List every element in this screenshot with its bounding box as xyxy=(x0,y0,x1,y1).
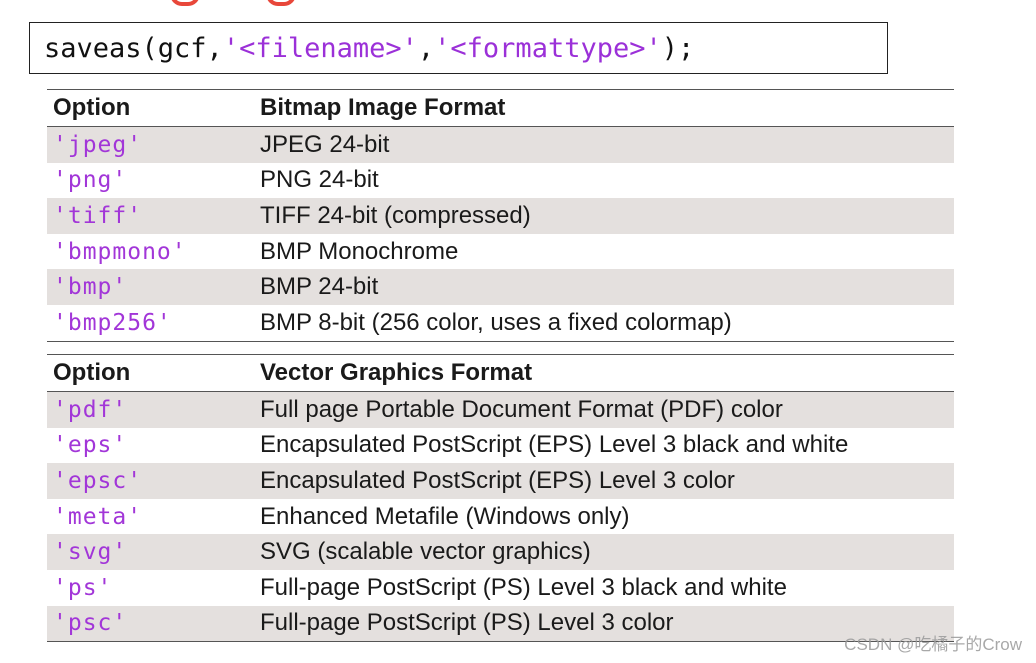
option-cell: 'epsc' xyxy=(47,463,254,499)
header-option: Option xyxy=(47,354,254,392)
format-cell: Enhanced Metafile (Windows only) xyxy=(254,498,954,535)
top-decoration xyxy=(170,0,320,6)
option-cell: 'svg' xyxy=(47,534,254,570)
table-row: 'png' PNG 24-bit xyxy=(47,162,954,199)
format-cell: JPEG 24-bit xyxy=(254,126,954,163)
code-comma: , xyxy=(417,33,435,64)
watermark: CSDN @吃橘子的Crow xyxy=(844,635,1022,654)
table-row: 'bmpmono' BMP Monochrome xyxy=(47,233,954,270)
format-cell: Full page Portable Document Format (PDF)… xyxy=(254,391,954,428)
code-arg-formattype: '<formattype>' xyxy=(434,33,662,64)
format-cell: PNG 24-bit xyxy=(254,162,954,199)
table-header-row: Option Vector Graphics Format xyxy=(47,354,954,392)
table-row: 'meta' Enhanced Metafile (Windows only) xyxy=(47,498,954,535)
table-row: 'tiff' TIFF 24-bit (compressed) xyxy=(47,198,954,234)
option-cell: 'bmp256' xyxy=(47,304,254,342)
header-format: Vector Graphics Format xyxy=(254,354,954,392)
option-cell: 'psc' xyxy=(47,605,254,643)
format-cell: Full-page PostScript (PS) Level 3 black … xyxy=(254,569,954,606)
table-row: 'svg' SVG (scalable vector graphics) xyxy=(47,534,954,570)
vector-format-table: Option Vector Graphics Format 'pdf' Full … xyxy=(47,354,954,643)
bitmap-format-table: Option Bitmap Image Format 'jpeg' JPEG 24… xyxy=(47,89,954,342)
code-suffix: ); xyxy=(661,33,695,64)
table-row: 'bmp256' BMP 8-bit (256 color, uses a fix… xyxy=(47,304,954,342)
option-cell: 'bmpmono' xyxy=(47,233,254,270)
table-row: 'eps' Encapsulated PostScript (EPS) Level… xyxy=(47,427,954,464)
header-format: Bitmap Image Format xyxy=(254,89,954,127)
option-cell: 'bmp' xyxy=(47,269,254,305)
format-cell: BMP 24-bit xyxy=(254,269,954,305)
format-cell: Encapsulated PostScript (EPS) Level 3 bl… xyxy=(254,427,954,464)
option-cell: 'pdf' xyxy=(47,391,254,428)
table-row: 'ps' Full-page PostScript (PS) Level 3 bl… xyxy=(47,569,954,606)
format-cell: SVG (scalable vector graphics) xyxy=(254,534,954,570)
header-option: Option xyxy=(47,89,254,127)
option-cell: 'jpeg' xyxy=(47,126,254,163)
format-cell: Encapsulated PostScript (EPS) Level 3 co… xyxy=(254,463,954,499)
format-cell: BMP Monochrome xyxy=(254,233,954,270)
format-cell: BMP 8-bit (256 color, uses a fixed color… xyxy=(254,304,954,342)
format-cell: TIFF 24-bit (compressed) xyxy=(254,198,954,234)
red-arc-right xyxy=(266,0,296,6)
option-cell: 'png' xyxy=(47,162,254,199)
option-cell: 'tiff' xyxy=(47,198,254,234)
table-row: 'bmp' BMP 24-bit xyxy=(47,269,954,305)
table-row: 'pdf' Full page Portable Document Format … xyxy=(47,391,954,428)
code-example-box: saveas(gcf,'<filename>','<formattype>'); xyxy=(29,22,888,74)
table-row: 'jpeg' JPEG 24-bit xyxy=(47,126,954,163)
option-cell: 'eps' xyxy=(47,427,254,464)
red-arc-left xyxy=(170,0,200,6)
option-cell: 'meta' xyxy=(47,498,254,535)
table-header-row: Option Bitmap Image Format xyxy=(47,89,954,127)
table-row: 'psc' Full-page PostScript (PS) Level 3 c… xyxy=(47,605,954,643)
option-cell: 'ps' xyxy=(47,569,254,606)
code-prefix: saveas(gcf, xyxy=(44,33,223,64)
table-row: 'epsc' Encapsulated PostScript (EPS) Leve… xyxy=(47,463,954,499)
code-arg-filename: '<filename>' xyxy=(222,33,418,64)
